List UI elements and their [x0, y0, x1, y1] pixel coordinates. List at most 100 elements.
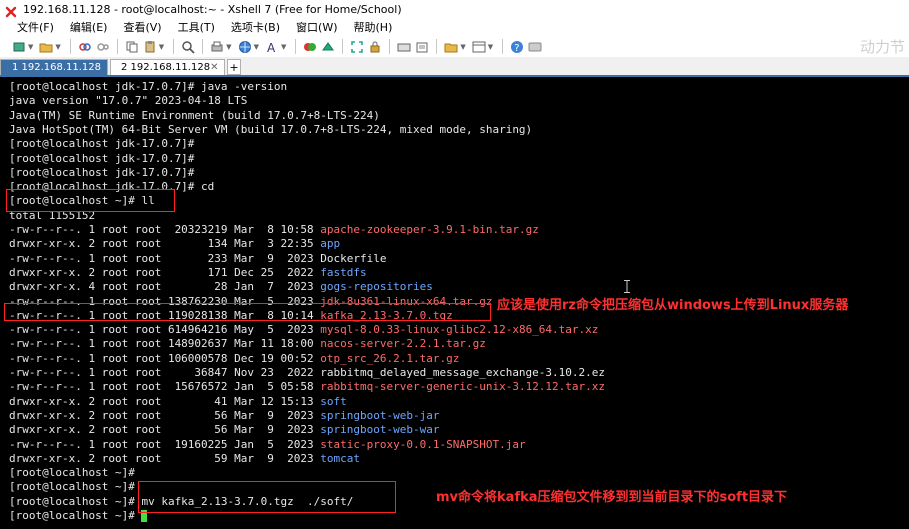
terminal-line: [root@localhost ~]#: [9, 509, 148, 523]
directory-name: gogs-repositories: [320, 280, 433, 294]
terminal-line: -rw-r--r--. 1 root root 15676572 Jan 5 0…: [9, 380, 605, 394]
paste-icon[interactable]: [143, 40, 157, 54]
svg-text:?: ?: [514, 43, 519, 54]
print-icon[interactable]: [210, 40, 224, 54]
terminal-text: -rw-r--r--. 1 root root 20323219 Mar 8 1…: [9, 223, 321, 236]
menu-window[interactable]: 窗口(W): [288, 19, 345, 35]
find-icon[interactable]: [181, 40, 195, 54]
terminal-text: java version "17.0.7" 2023-04-18 LTS: [9, 94, 248, 108]
new-session-icon[interactable]: [12, 40, 26, 54]
xftp-icon[interactable]: [303, 40, 317, 54]
chevron-down-icon[interactable]: ▼: [159, 43, 164, 51]
menu-edit[interactable]: 编辑(E): [62, 19, 116, 35]
terminal-text: -rw-r--r--. 1 root root 106000578 Dec 19…: [9, 351, 321, 365]
terminal-text: [root@localhost jdk-17.0.7]#: [9, 137, 195, 151]
toolbar-divider: [116, 39, 118, 54]
terminal-line: drwxr-xr-x. 2 root root 134 Mar 3 22:35 …: [9, 237, 340, 251]
add-tab-button[interactable]: +: [227, 59, 241, 75]
terminal-text: [root@localhost jdk-17.0.7]#: [9, 165, 195, 179]
fullscreen-icon[interactable]: [350, 40, 364, 54]
terminal-text: [root@localhost jdk-17.0.7]#: [9, 151, 195, 165]
terminal-text: Java(TM) SE Runtime Environment (build 1…: [9, 108, 380, 122]
directory-name: app: [320, 237, 341, 251]
terminal-text: Java HotSpot(TM) 64-Bit Server VM (build…: [9, 122, 533, 136]
chat-icon[interactable]: [528, 40, 542, 54]
terminal-text: drwxr-xr-x. 2 root root 56 Mar 9 2023: [9, 423, 321, 437]
toolbar-divider: [69, 39, 71, 54]
mv-command-highlight: [138, 481, 396, 513]
connect-icon[interactable]: [78, 40, 92, 54]
terminal-text: [root@localhost ~]#: [9, 480, 135, 494]
toolbar-divider: [436, 39, 438, 54]
menu-tabs[interactable]: 选项卡(B): [223, 19, 288, 35]
toolbar-divider: [389, 39, 391, 54]
tab-session-2[interactable]: 2 192.168.11.128 ✕: [110, 59, 225, 75]
terminal-line: -rw-r--r--. 1 root root 148902637 Mar 11…: [9, 337, 486, 351]
tab-label: 2 192.168.11.128: [121, 62, 211, 73]
chevron-down-icon[interactable]: ▼: [55, 43, 60, 51]
terminal-text: -rw-r--r--. 1 root root 614964216 May 5 …: [9, 323, 321, 337]
svg-text:A: A: [267, 41, 276, 54]
terminal-text: [root@localhost ~]#: [9, 509, 142, 522]
directory-name: soft: [320, 394, 347, 408]
terminal-line: -rw-r--r--. 1 root root 106000578 Dec 19…: [9, 352, 459, 366]
chevron-down-icon[interactable]: ▼: [460, 43, 465, 51]
open-folder-icon[interactable]: [39, 40, 53, 54]
kafka-file-highlight: [4, 303, 491, 321]
terminal-text: drwxr-xr-x. 2 root root 59 Mar 9 2023: [9, 451, 321, 465]
terminal-text: [root@localhost jdk-17.0.7]# java -versi…: [9, 80, 288, 93]
ll-command-highlight: [6, 189, 175, 212]
terminal-line: Java(TM) SE Runtime Environment (build 1…: [9, 109, 380, 123]
terminal-text: -rw-r--r--. 1 root root 19160225 Jan 5 2…: [9, 437, 321, 451]
menu-tools[interactable]: 工具(T): [170, 19, 223, 35]
directory-name: fastdfs: [320, 265, 367, 279]
globe-icon[interactable]: [238, 40, 252, 54]
toolbar-divider: [202, 39, 204, 54]
chevron-down-icon[interactable]: ▼: [226, 43, 231, 51]
lock-icon[interactable]: [368, 40, 382, 54]
title-bar: 192.168.11.128 - root@localhost:~ - Xshe…: [0, 0, 909, 18]
chevron-down-icon[interactable]: ▼: [488, 43, 493, 51]
directory-name: tomcat: [320, 451, 361, 465]
terminal-line: [root@localhost jdk-17.0.7]#: [9, 137, 194, 151]
terminal-text: -rw-r--r--. 1 root root 148902637 Mar 11…: [9, 337, 321, 351]
chevron-down-icon[interactable]: ▼: [28, 43, 33, 51]
terminal-line: drwxr-xr-x. 2 root root 56 Mar 9 2023 sp…: [9, 409, 439, 423]
archive-file-name: static-proxy-0.0.1-SNAPSHOT.jar: [320, 437, 526, 451]
chevron-down-icon[interactable]: ▼: [254, 43, 259, 51]
directory-name: springboot-web-jar: [320, 408, 440, 422]
terminal-line: -rw-r--r--. 1 root root 233 Mar 9 2023 D…: [9, 252, 387, 266]
terminal-line: drwxr-xr-x. 2 root root 56 Mar 9 2023 sp…: [9, 423, 439, 437]
disconnect-icon[interactable]: [96, 40, 110, 54]
tab-label: 1 192.168.11.128: [11, 62, 101, 73]
terminal-line: [root@localhost jdk-17.0.7]#: [9, 166, 194, 180]
font-icon[interactable]: A: [265, 40, 279, 54]
chevron-down-icon[interactable]: ▼: [281, 43, 286, 51]
window-title: 192.168.11.128 - root@localhost:~ - Xshe…: [23, 2, 402, 16]
terminal-line: drwxr-xr-x. 2 root root 41 Mar 12 15:13 …: [9, 395, 347, 409]
script-icon[interactable]: [444, 40, 458, 54]
terminal-text: drwxr-xr-x. 2 root root 56 Mar 9 2023: [9, 408, 321, 422]
archive-file-name: otp_src_26.2.1.tar.gz: [320, 351, 460, 365]
transfer-icon[interactable]: [321, 40, 335, 54]
terminal-line: [root@localhost ~]#: [9, 480, 135, 494]
archive-file-name: mysql-8.0.33-linux-glibc2.12-x86_64.tar.…: [320, 323, 599, 337]
toolbar-divider: [295, 39, 297, 54]
compose-icon[interactable]: [415, 40, 429, 54]
terminal-line: Java HotSpot(TM) 64-Bit Server VM (build…: [9, 123, 532, 137]
copy-icon[interactable]: [125, 40, 139, 54]
menu-help[interactable]: 帮助(H): [346, 19, 401, 35]
terminal-line: -rw-r--r--. 1 root root 19160225 Jan 5 2…: [9, 438, 526, 452]
layout-icon[interactable]: [472, 40, 486, 54]
help-icon[interactable]: ?: [510, 40, 524, 54]
close-icon[interactable]: ✕: [210, 62, 218, 73]
menu-view[interactable]: 查看(V): [115, 19, 169, 35]
keyboard-icon[interactable]: [397, 40, 411, 54]
terminal-line: drwxr-xr-x. 4 root root 28 Jan 7 2023 go…: [9, 280, 433, 294]
tab-session-1[interactable]: 1 192.168.11.128: [0, 59, 108, 75]
terminal-line: java version "17.0.7" 2023-04-18 LTS: [9, 94, 247, 108]
menu-file[interactable]: 文件(F): [0, 19, 62, 35]
watermark: 动力节: [859, 38, 905, 56]
toolbar-divider: [342, 39, 344, 54]
terminal-line: drwxr-xr-x. 2 root root 59 Mar 9 2023 to…: [9, 452, 360, 466]
